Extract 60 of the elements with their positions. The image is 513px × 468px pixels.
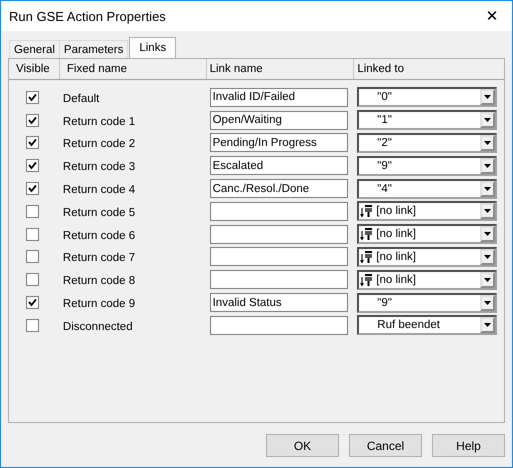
- column-header[interactable]: Link name: [206, 59, 354, 79]
- link-name-field[interactable]: Invalid Status: [210, 293, 348, 312]
- column-header[interactable]: Fixed name: [60, 59, 207, 79]
- link-name-field[interactable]: [210, 224, 348, 244]
- linked-to-dropdown[interactable]: "1": [357, 110, 498, 130]
- fixed-name: Return code 4: [62, 183, 136, 196]
- fixed-name: Return code 6: [62, 228, 136, 242]
- fixed-name: Return code 1: [62, 114, 136, 128]
- checkbox[interactable]: [26, 90, 39, 104]
- dialog-button[interactable]: Help: [432, 434, 505, 457]
- linked-to-dropdown[interactable]: "9": [357, 292, 498, 313]
- dialog-button[interactable]: Cancel: [349, 434, 422, 457]
- checkbox[interactable]: [26, 228, 39, 241]
- fixed-name: Return code 2: [62, 137, 136, 150]
- link-name-field[interactable]: Pending/In Progress: [210, 133, 348, 152]
- checkbox[interactable]: [26, 296, 39, 310]
- link-name-field[interactable]: [210, 202, 348, 221]
- linked-to-dropdown[interactable]: [no link]: [357, 270, 498, 290]
- checkbox[interactable]: [26, 114, 39, 127]
- link-name-field[interactable]: Invalid ID/Failed: [210, 88, 348, 107]
- linked-to-dropdown[interactable]: "4": [357, 178, 498, 199]
- link-name-field[interactable]: Escalated: [210, 156, 348, 176]
- plug-icon: [360, 204, 374, 218]
- checkbox[interactable]: [26, 159, 39, 172]
- checkbox[interactable]: [26, 250, 39, 264]
- link-name-field[interactable]: [210, 316, 348, 335]
- linked-to-dropdown[interactable]: "9": [357, 156, 498, 176]
- linked-to-dropdown[interactable]: [no link]: [357, 246, 498, 267]
- tab[interactable]: Parameters: [58, 40, 128, 58]
- fixed-name: Default: [62, 92, 100, 105]
- link-name-field[interactable]: Canc./Resol./Done: [210, 179, 348, 198]
- fixed-name: Return code 3: [62, 160, 136, 174]
- close-button[interactable]: ✕: [472, 1, 512, 31]
- link-name-field[interactable]: [210, 247, 348, 266]
- fixed-name: Return code 8: [62, 274, 136, 288]
- checkbox[interactable]: [26, 136, 39, 150]
- fixed-name: Disconnected: [62, 320, 134, 333]
- linked-to-dropdown[interactable]: Ruf beendet: [357, 315, 498, 336]
- tab[interactable]: General: [9, 40, 60, 58]
- column-header[interactable]: Linked to: [354, 59, 504, 79]
- linked-to-dropdown[interactable]: [no link]: [357, 224, 498, 244]
- checkbox[interactable]: [26, 318, 39, 332]
- fixed-name: Return code 9: [62, 297, 136, 310]
- checkbox[interactable]: [26, 182, 39, 196]
- plug-icon: [360, 250, 374, 264]
- fixed-name: Return code 5: [62, 206, 136, 219]
- link-name-field[interactable]: [210, 270, 348, 290]
- dialog-button[interactable]: OK: [266, 434, 339, 457]
- fixed-name: Return code 7: [62, 251, 136, 264]
- tab[interactable]: Links: [129, 37, 176, 58]
- plug-icon: [360, 227, 374, 242]
- window-title: Run GSE Action Properties: [9, 8, 166, 24]
- plug-icon: [360, 272, 374, 287]
- linked-to-dropdown[interactable]: "0": [357, 87, 498, 108]
- link-name-field[interactable]: Open/Waiting: [210, 110, 348, 130]
- linked-to-dropdown[interactable]: [no link]: [357, 201, 498, 222]
- checkbox[interactable]: [26, 204, 39, 218]
- column-header[interactable]: Visible: [9, 59, 60, 79]
- checkbox[interactable]: [26, 273, 39, 286]
- linked-to-dropdown[interactable]: "2": [357, 132, 498, 153]
